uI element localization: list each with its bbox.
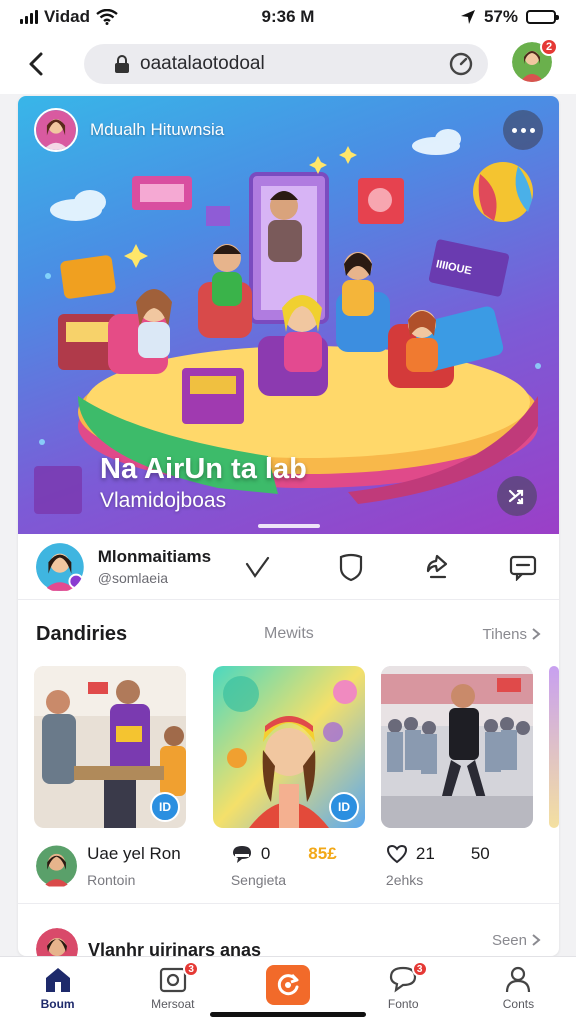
battery-percent: 57% xyxy=(483,7,518,26)
location-arrow-icon xyxy=(460,10,475,24)
stats-author-name: Uae yel Ron xyxy=(87,844,181,863)
tab-chat-label: Fonto xyxy=(387,997,419,1011)
more-options-button[interactable] xyxy=(503,110,543,150)
tab-messages-label: Mersoat xyxy=(151,997,195,1011)
profile-avatar-button[interactable]: 2 xyxy=(512,37,558,87)
section-tab[interactable]: Mewits xyxy=(264,625,444,643)
comments-count: 0 xyxy=(260,844,271,863)
shares-count: 50 xyxy=(470,844,490,863)
create-button[interactable] xyxy=(266,965,310,1005)
address-bar[interactable]: oaatalaotodoal xyxy=(84,44,488,84)
thumbnail-card-partial[interactable] xyxy=(549,666,559,828)
hero-title: Na AirUn ta lab xyxy=(100,453,307,485)
thumbnail-badge: ID xyxy=(150,792,180,822)
hero-author[interactable]: Mdualh Hituwnsia xyxy=(34,108,224,152)
hero-share-button[interactable] xyxy=(497,476,537,516)
thumbnail-card[interactable]: ID xyxy=(34,666,186,828)
reload-icon[interactable] xyxy=(448,51,474,77)
see-more-label: Seen xyxy=(491,931,527,949)
tab-messages-badge: 3 xyxy=(183,961,200,977)
thumbnail-card[interactable] xyxy=(381,666,533,828)
see-more-link[interactable]: Seen xyxy=(492,932,541,949)
check-icon xyxy=(245,556,270,578)
signal-icon xyxy=(20,10,38,24)
tab-home-label: Boum xyxy=(40,997,75,1011)
post-author[interactable]: Mlonmaitiams @somlaeia xyxy=(98,547,241,586)
post-actions xyxy=(241,549,541,585)
stats-author-avatar[interactable] xyxy=(36,844,78,888)
post-action-row: Mlonmaitiams @somlaeia xyxy=(18,534,559,600)
next-item-row[interactable]: Vlanhr uirinars anas Seen xyxy=(18,920,559,956)
section-title: Dandiries xyxy=(36,622,128,645)
url-text: oaatalaotodoal xyxy=(140,53,265,74)
likes-count: 21 xyxy=(415,844,435,863)
check-button[interactable] xyxy=(239,549,275,585)
home-icon xyxy=(45,968,70,992)
status-time: 9:36 M xyxy=(261,7,315,26)
share-button[interactable] xyxy=(419,549,455,585)
likes-label: 2ehks xyxy=(385,872,424,888)
next-item-avatar xyxy=(36,928,78,956)
stats-author[interactable]: Uae yel Ron Rontoin xyxy=(87,844,205,888)
comment-button[interactable] xyxy=(505,549,541,585)
wifi-icon xyxy=(96,9,118,25)
shield-icon xyxy=(339,553,363,581)
post-author-avatar[interactable] xyxy=(36,542,84,592)
tab-chat-badge: 3 xyxy=(411,961,428,977)
status-left: Vidad xyxy=(20,7,220,27)
carousel-indicator xyxy=(258,524,320,528)
chat-bubble-icon xyxy=(232,846,251,863)
share-hand-icon xyxy=(426,554,448,578)
back-button[interactable] xyxy=(16,44,56,84)
tab-profile-label: Conts xyxy=(502,997,535,1011)
feed-card: IIIIOUE Mdualh Hituwnsia Na AirUn ta lab… xyxy=(18,96,559,956)
tab-home[interactable]: Boum xyxy=(0,957,115,1024)
section-more-link[interactable]: Tihens xyxy=(483,626,541,643)
battery-icon xyxy=(526,10,559,24)
thumbnail-image xyxy=(381,666,533,828)
top-nav: oaatalaotodoal 2 xyxy=(0,34,576,94)
tab-profile[interactable]: Conts xyxy=(461,957,576,1024)
comments-label: Sengieta xyxy=(230,872,287,888)
status-right: 57% xyxy=(356,7,559,27)
likes-stat[interactable]: 21 50 2ehks xyxy=(386,844,541,888)
hero-subtitle: Vlamidojboas xyxy=(100,489,227,512)
message-icon xyxy=(509,555,537,581)
thumbnail-card[interactable]: ID xyxy=(213,666,365,828)
heart-icon xyxy=(386,844,407,864)
section-header: Dandiries Mewits Tihens xyxy=(18,616,559,652)
chevron-right-icon xyxy=(532,628,541,640)
lock-icon xyxy=(115,55,129,73)
chevron-left-icon xyxy=(29,52,43,76)
thumbnail-badge: ID xyxy=(329,792,359,822)
shuffle-icon xyxy=(508,489,524,505)
stats-row: Uae yel Ron Rontoin 0 85£ Sengieta 21 50… xyxy=(18,844,559,904)
chevron-right-icon xyxy=(532,934,541,946)
comments-stat[interactable]: 0 85£ Sengieta xyxy=(231,844,386,888)
hero-author-avatar xyxy=(34,108,78,152)
hero-author-name: Mdualh Hituwnsia xyxy=(90,120,225,139)
person-icon xyxy=(506,966,531,993)
carrier-label: Vidad xyxy=(44,7,90,26)
status-bar: Vidad 9:36 M 57% xyxy=(0,0,576,34)
refresh-circle-icon xyxy=(277,973,299,996)
stats-author-sub: Rontoin xyxy=(87,872,136,888)
bookmark-button[interactable] xyxy=(333,549,369,585)
notification-badge: 2 xyxy=(540,37,558,56)
section-more-label: Tihens xyxy=(482,625,527,643)
thumbnail-strip: ID ID xyxy=(34,666,559,828)
home-indicator xyxy=(210,1012,366,1017)
hero-banner[interactable]: IIIIOUE Mdualh Hituwnsia Na AirUn ta lab… xyxy=(18,96,559,534)
next-item-title: Vlanhr uirinars anas xyxy=(88,939,262,957)
post-author-handle: @somlaeia xyxy=(97,570,168,586)
accent-value: 85£ xyxy=(308,844,337,863)
post-author-name: Mlonmaitiams xyxy=(97,547,212,566)
